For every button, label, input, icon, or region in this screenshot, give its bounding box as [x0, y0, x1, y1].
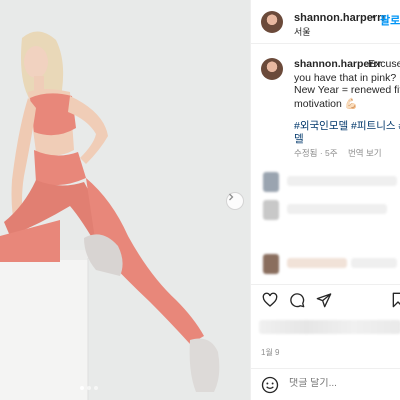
- see-translation-link[interactable]: 번역 보기: [348, 148, 382, 158]
- header-separator: •: [372, 12, 376, 23]
- bookmark-icon: [392, 292, 400, 308]
- edited-time: 수정됨 · 5주: [294, 148, 338, 158]
- share-button[interactable]: [315, 291, 333, 309]
- post-actions: [251, 284, 400, 312]
- caption-text-line: you have that in pink? 😌: [294, 72, 400, 84]
- comment-item: [257, 252, 400, 278]
- carousel-next-button[interactable]: [226, 192, 244, 210]
- comment-item: [257, 170, 400, 196]
- comment-text: [351, 258, 397, 268]
- carousel-dot: [80, 386, 84, 390]
- comment-item: [257, 198, 400, 224]
- comment-avatar: [263, 254, 279, 274]
- carousel-dot: [94, 386, 98, 390]
- carousel-indicator: [80, 386, 98, 390]
- comment-avatar: [263, 172, 279, 192]
- carousel-dot: [87, 386, 91, 390]
- instagram-post: shannon.harperrr • 팔로 서울 shannon.harperr…: [0, 0, 400, 400]
- header-location[interactable]: 서울: [294, 25, 311, 38]
- heart-icon: [262, 292, 278, 307]
- save-button[interactable]: [389, 291, 400, 309]
- avatar[interactable]: [261, 11, 283, 33]
- caption-avatar[interactable]: [261, 58, 283, 80]
- comment-button[interactable]: [288, 291, 306, 309]
- emoji-button[interactable]: [261, 376, 279, 394]
- caption-text-line: motivation 💪🏻: [294, 98, 358, 110]
- comment-text: [287, 204, 387, 214]
- share-icon: [316, 293, 332, 308]
- caption-text-line: New Year = renewed fitne: [294, 84, 400, 96]
- caption-meta: 수정됨 · 5주 번역 보기: [294, 147, 390, 159]
- caption-text-line: Excuse: [368, 58, 400, 70]
- likes-summary[interactable]: [259, 320, 400, 334]
- comment-composer: [251, 368, 400, 400]
- post-photo[interactable]: [0, 0, 250, 400]
- emoji-icon: [261, 376, 279, 394]
- caption-hashtags[interactable]: #외국인모델 #피트니스 #: [294, 118, 400, 133]
- follow-button[interactable]: 팔로: [380, 12, 400, 28]
- caption-hashtags[interactable]: 델: [294, 131, 304, 146]
- comment-avatar: [263, 200, 279, 220]
- comment-icon: [290, 293, 305, 308]
- like-button[interactable]: [261, 291, 279, 309]
- comment-text: [287, 258, 347, 268]
- post-date[interactable]: 1월 9: [261, 347, 279, 358]
- model-illustration: [0, 0, 250, 400]
- chevron-right-icon: [229, 193, 234, 201]
- comment-text: [287, 176, 397, 186]
- comment-input[interactable]: [289, 378, 399, 389]
- post-details-pane: shannon.harperrr • 팔로 서울 shannon.harperr…: [250, 0, 400, 400]
- post-header: shannon.harperrr • 팔로 서울: [251, 0, 400, 44]
